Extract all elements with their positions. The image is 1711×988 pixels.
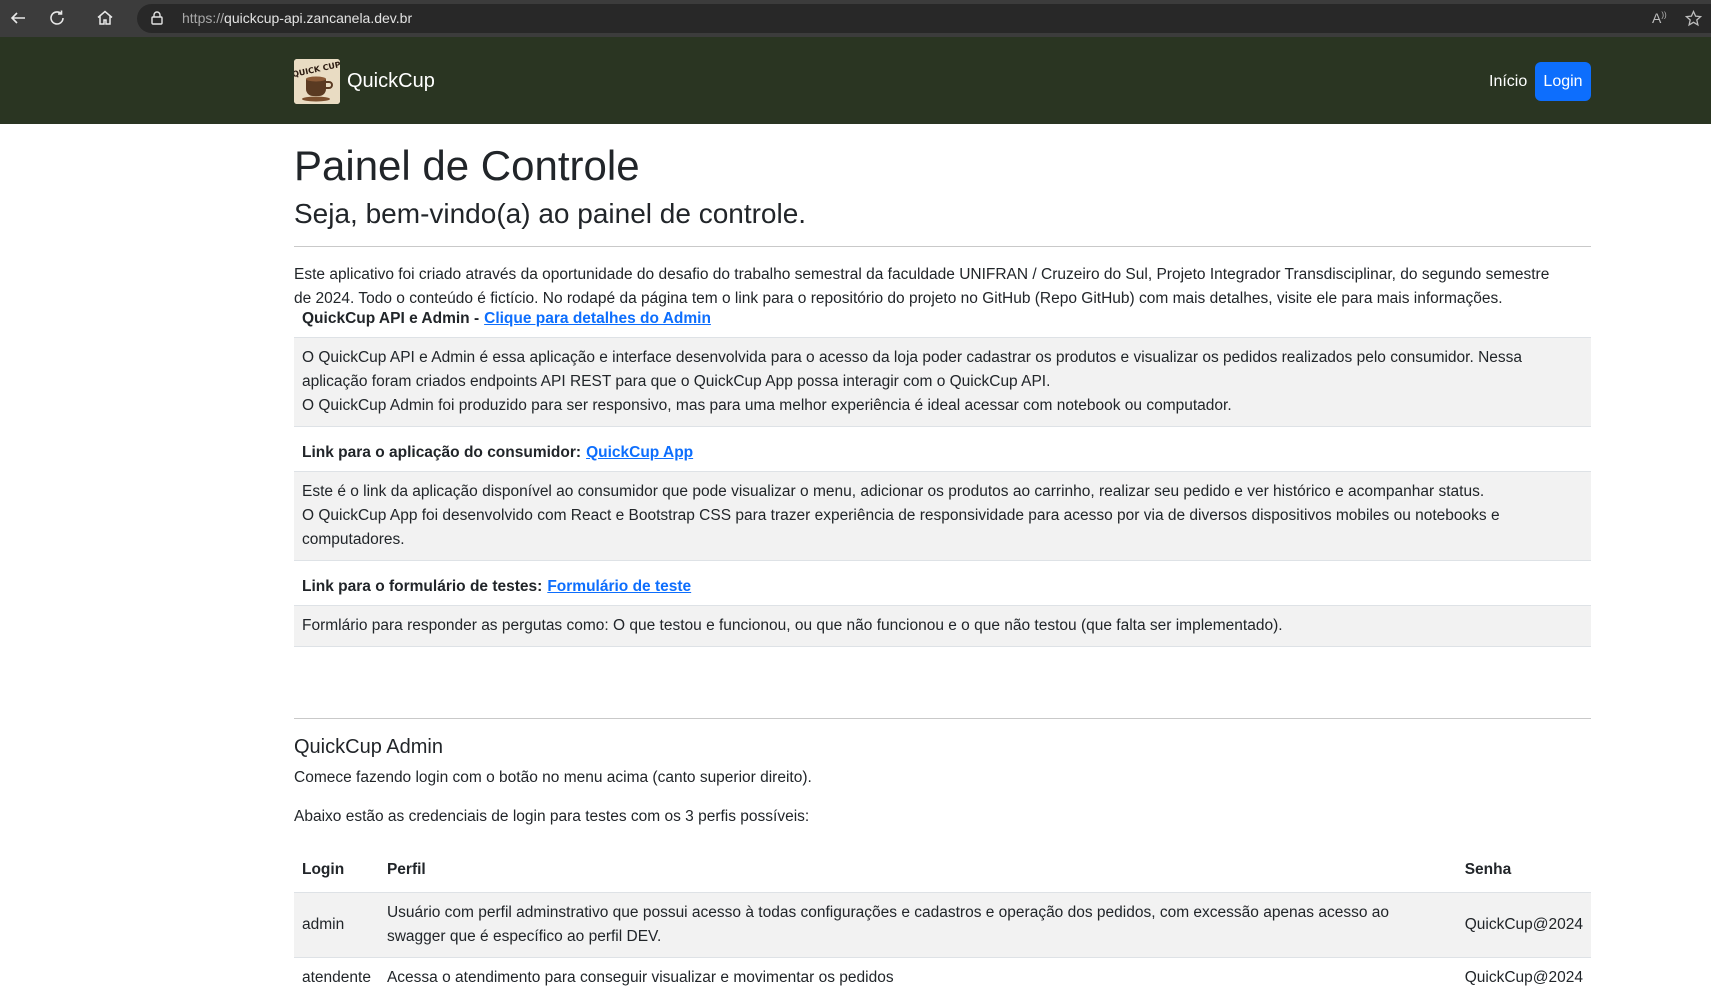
home-icon[interactable] xyxy=(92,5,118,31)
section-consumer-app-body: Este é o link da aplicação disponível ao… xyxy=(294,472,1591,561)
quickcup-app-link[interactable]: QuickCup App xyxy=(586,444,693,462)
page-subtitle: Seja, bem-vindo(a) ao painel de controle… xyxy=(294,198,807,229)
lock-icon[interactable] xyxy=(149,10,165,31)
section-test-form-body: Formlário para responder as pergutas com… xyxy=(294,606,1591,647)
admin-section-title: QuickCup Admin xyxy=(294,736,443,758)
url-text: https://quickcup-api.zancanela.dev.br xyxy=(182,10,413,26)
cell-senha: QuickCup@2024 xyxy=(1456,957,1591,988)
section-test-form-header: Link para o formulário de testes: Formul… xyxy=(294,569,1591,606)
admin-instruction: Comece fazendo login com o botão no menu… xyxy=(294,769,812,786)
column-header-login: Login xyxy=(294,848,379,893)
admin-details-link[interactable]: Clique para detalhes do Admin xyxy=(484,310,711,328)
browser-toolbar: https://quickcup-api.zancanela.dev.br A)… xyxy=(0,0,1711,37)
cell-login: admin xyxy=(294,892,379,958)
login-button[interactable]: Login xyxy=(1535,62,1591,101)
reload-icon[interactable] xyxy=(44,5,70,31)
table-row: atendente Acessa o atendimento para cons… xyxy=(294,957,1591,988)
quickcup-logo[interactable]: QUICK CUP xyxy=(294,59,340,104)
credentials-table: Login Perfil Senha admin Usuário com per… xyxy=(294,848,1591,988)
table-row: admin Usuário com perfil adminstrativo q… xyxy=(294,892,1591,958)
credentials-intro: Abaixo estão as credenciais de login par… xyxy=(294,808,810,825)
section-api-admin-header: QuickCup API e Admin - Clique para detal… xyxy=(294,301,1591,338)
favorite-star-icon[interactable] xyxy=(1684,9,1703,32)
column-header-senha: Senha xyxy=(1456,848,1591,893)
site-navbar: QUICK CUP QuickCup Início Login xyxy=(0,37,1711,124)
section-consumer-app-header: Link para o aplicação do consumidor: Qui… xyxy=(294,435,1591,472)
cell-perfil: Acessa o atendimento para conseguir visu… xyxy=(378,957,1457,988)
brand-name[interactable]: QuickCup xyxy=(347,70,435,93)
back-icon[interactable] xyxy=(5,5,31,31)
page-title: Painel de Controle xyxy=(294,142,640,189)
section-api-admin-body: O QuickCup API e Admin é essa aplicação … xyxy=(294,338,1591,427)
table-header-row: Login Perfil Senha xyxy=(294,848,1591,893)
cell-senha: QuickCup@2024 xyxy=(1456,892,1591,958)
nav-link-inicio[interactable]: Início xyxy=(1489,73,1527,91)
cell-perfil: Usuário com perfil adminstrativo que pos… xyxy=(378,892,1457,958)
divider xyxy=(294,718,1591,719)
divider xyxy=(294,246,1591,247)
column-header-perfil: Perfil xyxy=(378,848,1457,893)
cell-login: atendente xyxy=(294,957,379,988)
test-form-link[interactable]: Formulário de teste xyxy=(547,578,691,596)
read-aloud-icon[interactable]: A)) xyxy=(1652,10,1667,26)
address-bar[interactable]: https://quickcup-api.zancanela.dev.br A)… xyxy=(137,4,1711,33)
